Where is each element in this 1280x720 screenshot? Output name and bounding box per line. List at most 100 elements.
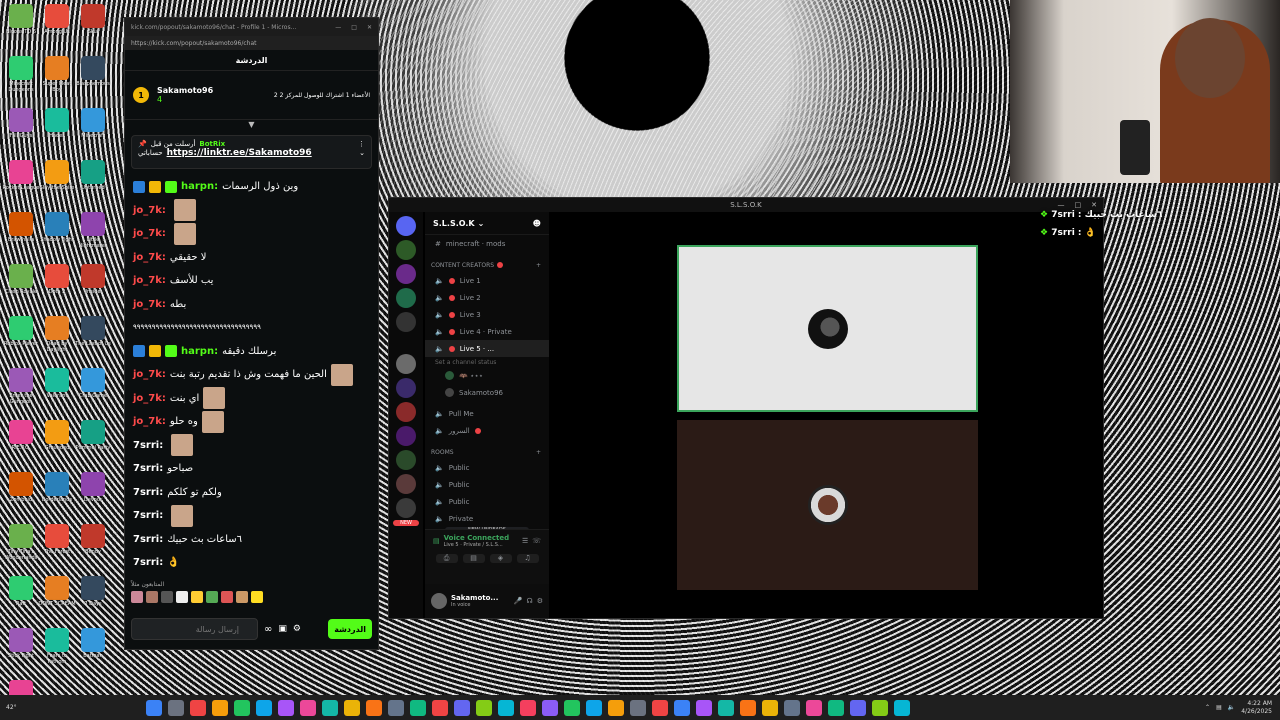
channel-item[interactable]: 🔈 السرور [425, 422, 549, 439]
clock[interactable]: 4:22 AM 4/26/2025 [1241, 700, 1272, 716]
taskbar-app-icon[interactable] [255, 699, 272, 716]
weather-widget[interactable]: 42° [0, 704, 23, 711]
desktop-icon[interactable]: Fall Guys [2, 108, 40, 139]
desktop-icon[interactable]: Dota 2 [38, 264, 76, 295]
discord-home-icon[interactable] [396, 216, 416, 236]
voice-channel-item[interactable]: 🔈 Live 2 [425, 289, 549, 306]
desktop-icon[interactable]: Raft [2, 576, 40, 607]
desktop-icon[interactable]: Blasphemous [74, 56, 112, 87]
network-icon[interactable]: ▤ [1216, 704, 1222, 711]
chat-username[interactable]: 7srri: [133, 434, 163, 458]
server-icon[interactable] [396, 498, 416, 518]
avatar[interactable] [161, 591, 173, 603]
taskbar-app-icon[interactable] [827, 699, 844, 716]
desktop-icon[interactable]: Unturned [74, 160, 112, 191]
desktop-icon[interactable]: Valorant [38, 368, 76, 399]
taskbar-app-icon[interactable] [475, 699, 492, 716]
taskbar-app-icon[interactable] [453, 699, 470, 716]
camera-button[interactable]: ⎙ [435, 554, 458, 563]
pinned-bot[interactable]: BotRix [199, 140, 225, 148]
minimize-icon[interactable]: — [335, 24, 341, 31]
taskbar-app-icon[interactable] [805, 699, 822, 716]
gear-icon[interactable]: ⚙ [537, 597, 543, 605]
taskbar-app-icon[interactable] [431, 699, 448, 716]
screenshare-button[interactable]: ▤ [462, 554, 485, 563]
maximize-icon[interactable]: □ [351, 24, 357, 31]
avatar[interactable] [206, 591, 218, 603]
taskbar-app-icon[interactable] [343, 699, 360, 716]
avatar[interactable] [131, 591, 143, 603]
desktop-icon[interactable]: Batman [74, 628, 112, 659]
taskbar-app-icon[interactable] [761, 699, 778, 716]
desktop-icon[interactable]: 7 Days [74, 576, 112, 607]
taskbar-app-icon[interactable] [541, 699, 558, 716]
desktop-icon[interactable]: Zomboid [2, 472, 40, 503]
voice-channel-item[interactable]: 🔈 Live 1 [425, 272, 549, 289]
desktop-icon[interactable]: Among Us [38, 4, 76, 35]
desktop-icon[interactable]: Little Nightmares [74, 212, 112, 249]
desktop-icon[interactable]: Brawlhalla [2, 212, 40, 243]
avatar[interactable] [236, 591, 248, 603]
taskbar-app-icon[interactable] [695, 699, 712, 716]
chat-username[interactable]: 7srri: [133, 551, 163, 575]
voice-channel-label[interactable]: Live 5 · Private / S.L.S... [444, 542, 510, 548]
taskbar-app-icon[interactable] [519, 699, 536, 716]
desktop-icon[interactable]: Clash Royale [2, 264, 40, 295]
send-chat-button[interactable]: الدردشة [328, 619, 372, 639]
desktop-icon[interactable]: Hades [38, 108, 76, 139]
avatar[interactable] [251, 591, 263, 603]
category-rooms[interactable]: ROOMS + [425, 445, 549, 459]
volume-icon[interactable]: 🔈 [1228, 704, 1235, 711]
desktop-icon[interactable]: Bendy [74, 524, 112, 555]
desktop-icon[interactable]: Grounded [38, 420, 76, 451]
chevron-up-icon[interactable]: ⌃ [1205, 704, 1210, 711]
server-icon[interactable] [396, 402, 416, 422]
infinity-icon[interactable]: ∞ [264, 624, 272, 635]
desktop-icon[interactable]: Minecraft [74, 108, 112, 139]
desktop-icon[interactable]: Slay the Spire [38, 160, 76, 191]
pinned-link[interactable]: https://linktr.ee/Sakamoto96 [167, 148, 312, 158]
disconnect-icon[interactable]: ☏ [532, 537, 541, 545]
desktop-icon[interactable]: Shadow Fight [38, 212, 76, 243]
chat-username[interactable]: jo_7k: [133, 246, 166, 270]
taskbar-app-icon[interactable] [387, 699, 404, 716]
chat-username[interactable]: 7srri: [133, 528, 163, 552]
headphones-icon[interactable]: ☊ [527, 597, 533, 605]
taskbar-app-icon[interactable] [211, 699, 228, 716]
desktop-icon[interactable]: Roblox Player [2, 316, 40, 347]
desktop-icon[interactable]: Borderlands [38, 472, 76, 503]
avatar[interactable] [176, 591, 188, 603]
voice-user[interactable]: Sakamoto96 [425, 384, 549, 401]
avatar[interactable] [191, 591, 203, 603]
server-icon[interactable] [396, 426, 416, 446]
chevron-down-icon[interactable]: ⌄ [359, 149, 365, 157]
taskbar-app-icon[interactable] [497, 699, 514, 716]
close-icon[interactable]: ✕ [367, 24, 372, 31]
participant-tile[interactable] [677, 420, 978, 590]
taskbar-app-icon[interactable] [651, 699, 668, 716]
chat-username[interactable]: harpn: [181, 175, 218, 199]
chat-username[interactable]: harpn: [181, 340, 218, 364]
chat-username[interactable]: jo_7k: [133, 363, 166, 387]
taskbar-app-icon[interactable] [783, 699, 800, 716]
desktop-icon[interactable]: Fears to Fathom [38, 628, 76, 665]
participant-tile-speaking[interactable] [677, 245, 978, 412]
server-icon[interactable] [396, 378, 416, 398]
server-icon[interactable] [396, 354, 416, 374]
voice-channel-item[interactable]: 🔈 Live 4 · Private [425, 323, 549, 340]
activities-button[interactable]: ◈ [489, 554, 512, 563]
channel-item[interactable]: 🔈 Pull Me [425, 405, 549, 422]
desktop-icon[interactable]: Dead by Daylight [38, 316, 76, 353]
room-channel-item[interactable]: 🔈 Public [425, 493, 549, 510]
desktop-icon[interactable]: Minecraft Dungeons [2, 56, 40, 93]
room-channel-item[interactable]: 🔈 Public [425, 459, 549, 476]
voice-user[interactable]: 🦇 ⋆⋆⋆ [425, 367, 549, 384]
desktop-icon[interactable]: The Forest [38, 524, 76, 555]
room-channel-item[interactable]: 🔈 Private [425, 510, 549, 527]
plus-icon[interactable]: + [536, 262, 541, 269]
desktop-icon[interactable]: Crab Game [74, 368, 112, 399]
chat-input[interactable] [131, 618, 258, 640]
chat-username[interactable]: jo_7k: [133, 222, 166, 246]
taskbar-app-icon[interactable] [871, 699, 888, 716]
add-user-icon[interactable]: ☻ [533, 219, 541, 228]
